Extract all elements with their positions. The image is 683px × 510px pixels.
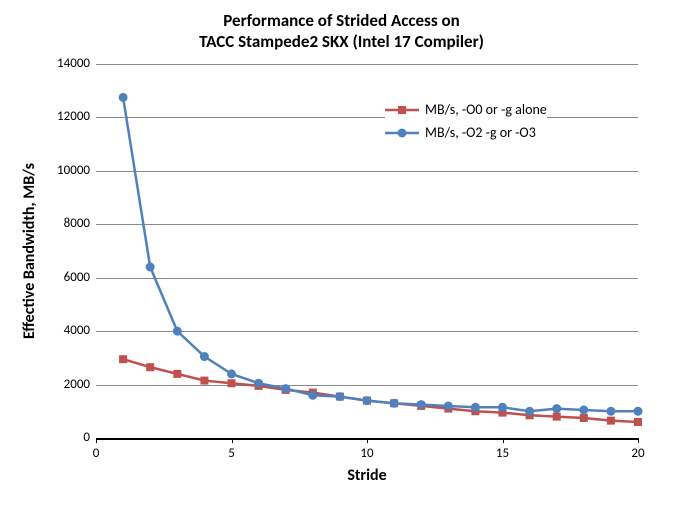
x-tick-label: 15 bbox=[493, 446, 513, 461]
chart-title: Performance of Strided Access onTACC Sta… bbox=[0, 10, 683, 53]
series-line bbox=[123, 97, 638, 411]
y-axis-title: Effective Bandwidth, MB/s bbox=[20, 64, 39, 438]
data-marker bbox=[634, 418, 642, 426]
data-marker bbox=[553, 413, 561, 421]
y-tick-label: 2000 bbox=[64, 377, 90, 392]
x-axis-title: Stride bbox=[96, 466, 638, 485]
y-tick-label: 10000 bbox=[57, 163, 90, 178]
data-marker bbox=[390, 399, 399, 408]
data-marker bbox=[119, 93, 128, 102]
legend-item: MB/s, -O0 or -g alone bbox=[385, 101, 547, 118]
x-tick bbox=[96, 438, 97, 443]
x-tick bbox=[232, 438, 233, 443]
data-marker bbox=[417, 400, 426, 409]
plot-area bbox=[96, 64, 638, 438]
x-tick bbox=[503, 438, 504, 443]
x-tick-label: 10 bbox=[357, 446, 377, 461]
data-marker bbox=[363, 396, 372, 405]
y-tick-label: 0 bbox=[83, 430, 90, 445]
data-marker bbox=[606, 407, 615, 416]
x-tick-label: 5 bbox=[222, 446, 242, 461]
legend-label: MB/s, -O2 -g or -O3 bbox=[425, 124, 536, 141]
x-tick bbox=[367, 438, 368, 443]
data-marker bbox=[634, 407, 643, 416]
data-marker bbox=[525, 407, 534, 416]
data-marker bbox=[146, 263, 155, 272]
data-marker bbox=[200, 352, 209, 361]
data-marker bbox=[173, 370, 181, 378]
data-marker bbox=[173, 327, 182, 336]
data-marker bbox=[281, 384, 290, 393]
legend-swatch bbox=[385, 126, 419, 140]
y-tick-label: 12000 bbox=[57, 109, 90, 124]
x-tick-label: 0 bbox=[86, 446, 106, 461]
series-layer bbox=[96, 64, 638, 438]
data-marker bbox=[498, 403, 507, 412]
data-marker bbox=[308, 391, 317, 400]
series-line bbox=[123, 359, 638, 422]
data-marker bbox=[471, 403, 480, 412]
legend: MB/s, -O0 or -g alone MB/s, -O2 -g or -O3 bbox=[385, 95, 547, 147]
y-tick-label: 8000 bbox=[64, 216, 90, 231]
chart: Performance of Strided Access onTACC Sta… bbox=[0, 0, 683, 510]
data-marker bbox=[146, 363, 154, 371]
data-marker bbox=[200, 377, 208, 385]
data-marker bbox=[119, 355, 127, 363]
data-marker bbox=[607, 417, 615, 425]
y-tick-label: 4000 bbox=[64, 323, 90, 338]
legend-label: MB/s, -O0 or -g alone bbox=[425, 101, 547, 118]
data-marker bbox=[335, 392, 344, 401]
legend-item: MB/s, -O2 -g or -O3 bbox=[385, 124, 547, 141]
data-marker bbox=[227, 369, 236, 378]
data-marker bbox=[228, 379, 236, 387]
data-marker bbox=[254, 379, 263, 388]
data-marker bbox=[444, 401, 453, 410]
y-tick-label: 14000 bbox=[57, 56, 90, 71]
y-tick-label: 6000 bbox=[64, 270, 90, 285]
data-marker bbox=[579, 405, 588, 414]
data-marker bbox=[580, 414, 588, 422]
data-marker bbox=[552, 404, 561, 413]
legend-swatch bbox=[385, 103, 419, 117]
x-tick bbox=[638, 438, 639, 443]
x-tick-label: 20 bbox=[628, 446, 648, 461]
